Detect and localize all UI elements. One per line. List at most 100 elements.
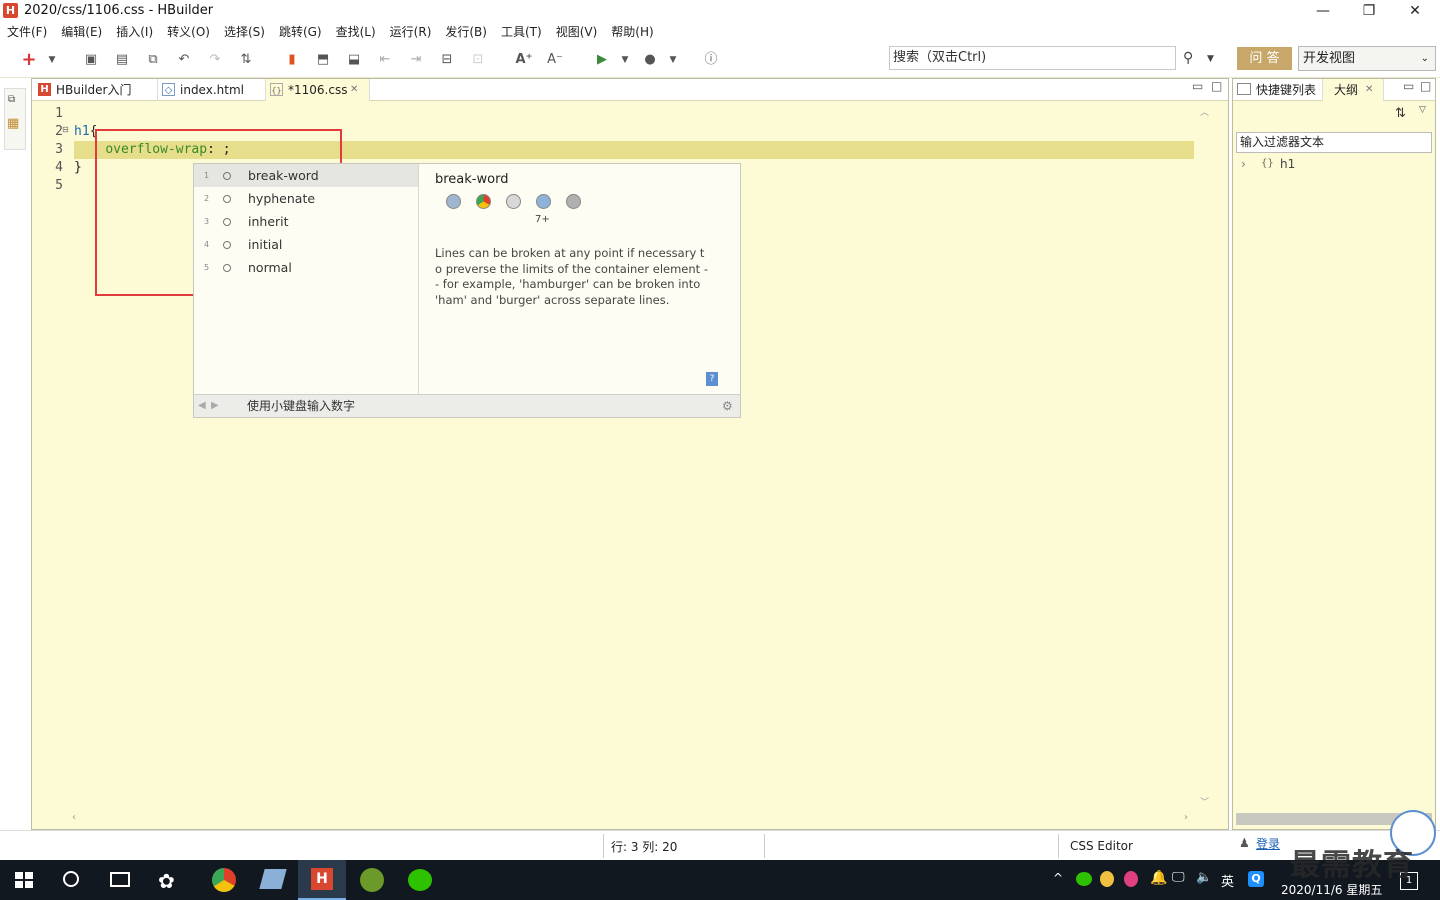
tab-1106-css[interactable]: {} *1106.css ✕ bbox=[266, 79, 370, 101]
vertical-scrollbar[interactable]: ︿ ﹀ bbox=[1198, 105, 1212, 811]
maximize-editor-icon[interactable]: □ bbox=[1211, 79, 1222, 93]
minimize-panel-icon[interactable]: ▭ bbox=[1403, 79, 1414, 93]
qq-tray-icon[interactable] bbox=[1100, 871, 1114, 887]
tab-hbuilder-intro[interactable]: H HBuilder入门 bbox=[34, 79, 158, 101]
browser-dropdown-icon[interactable]: ▼ bbox=[664, 51, 682, 69]
suggestion-item[interactable]: 5 normal bbox=[194, 256, 418, 279]
search-taskbar-icon[interactable] bbox=[63, 871, 79, 887]
login-link[interactable]: 登录 bbox=[1256, 835, 1280, 852]
new-dropdown-icon[interactable]: ▼ bbox=[43, 51, 61, 69]
browser-icon[interactable]: ● bbox=[641, 51, 659, 69]
menu-view[interactable]: 视图(V) bbox=[549, 22, 605, 42]
menu-escape[interactable]: 转义(O) bbox=[160, 22, 217, 42]
search-input[interactable]: 搜索（双击Ctrl) bbox=[889, 46, 1176, 70]
menu-goto[interactable]: 跳转(G) bbox=[272, 22, 329, 42]
view-select[interactable]: 开发视图 ⌄ bbox=[1298, 46, 1436, 71]
import-icon[interactable]: ⬓ bbox=[345, 51, 363, 69]
scroll-up-icon[interactable]: ︿ bbox=[1200, 105, 1209, 118]
restore-button[interactable]: ❐ bbox=[1346, 0, 1392, 22]
menu-publish[interactable]: 发行(B) bbox=[438, 22, 494, 42]
search-dropdown-icon[interactable]: ▼ bbox=[1207, 54, 1214, 64]
volume-icon[interactable]: 🔈 bbox=[1196, 870, 1212, 885]
menu-select[interactable]: 选择(S) bbox=[217, 22, 272, 42]
menu-find[interactable]: 查找(L) bbox=[329, 22, 383, 42]
prev-arrow-icon[interactable]: ◀ bbox=[198, 395, 206, 417]
menu-help[interactable]: 帮助(H) bbox=[604, 22, 660, 42]
windows-start-icon[interactable] bbox=[15, 872, 33, 888]
tray-expand-icon[interactable]: ^ bbox=[1053, 871, 1063, 885]
notepad-app-icon[interactable] bbox=[259, 869, 287, 889]
run-dropdown-icon[interactable]: ▼ bbox=[616, 51, 634, 69]
minimize-editor-icon[interactable]: ▭ bbox=[1192, 79, 1203, 93]
chrome-taskbar-icon[interactable] bbox=[212, 868, 236, 892]
help-doc-icon[interactable]: ? bbox=[706, 372, 718, 386]
redo-icon[interactable]: ↷ bbox=[206, 51, 224, 69]
menu-tools[interactable]: 工具(T) bbox=[494, 22, 549, 42]
network-icon[interactable]: 🖵 bbox=[1172, 870, 1185, 885]
save-all-icon[interactable]: ▤ bbox=[113, 51, 131, 69]
hbuilder-taskbar-item[interactable]: H bbox=[298, 860, 346, 900]
ime-indicator[interactable]: 英 bbox=[1221, 871, 1234, 890]
qq-browser-tray-icon[interactable]: Q bbox=[1248, 871, 1264, 887]
notification-bell-icon[interactable]: 🔔 bbox=[1150, 870, 1167, 886]
qa-button[interactable]: 问 答 bbox=[1237, 47, 1292, 70]
new-file-icon[interactable]: + bbox=[20, 51, 38, 69]
menu-run[interactable]: 运行(R) bbox=[383, 22, 439, 42]
sort-icon[interactable]: ⇅ bbox=[1395, 106, 1406, 121]
close-tab-icon[interactable]: ✕ bbox=[350, 79, 358, 101]
suggestion-item[interactable]: 2 hyphenate bbox=[194, 187, 418, 210]
filter-input[interactable]: 输入过滤器文本 bbox=[1236, 132, 1432, 153]
expand-icon[interactable]: › bbox=[1241, 157, 1246, 171]
close-button[interactable]: ✕ bbox=[1392, 0, 1438, 22]
pinwheel-app-icon[interactable]: ✿ bbox=[158, 869, 175, 893]
undo-icon[interactable]: ↶ bbox=[175, 51, 193, 69]
line-numbers: 1 2 3 4 5 bbox=[32, 105, 74, 195]
menu-file[interactable]: 文件(F) bbox=[0, 22, 54, 42]
suggestion-item[interactable]: 1 break-word bbox=[194, 164, 418, 187]
font-decrease-icon[interactable]: A⁻ bbox=[546, 51, 564, 69]
tab-shortcuts[interactable]: 快捷键列表 bbox=[1256, 79, 1316, 101]
scroll-down-icon[interactable]: ﹀ bbox=[1200, 795, 1209, 808]
hbuilder-taskbar-icon: H bbox=[311, 868, 333, 890]
view-menu-icon[interactable]: ▽ bbox=[1419, 105, 1426, 115]
tab-index-html[interactable]: ◇ index.html bbox=[158, 79, 266, 101]
restore-panel-icon[interactable]: ⧉ bbox=[8, 94, 15, 105]
suggestion-item[interactable]: 3 inherit bbox=[194, 210, 418, 233]
tab-outline[interactable]: 大纲 ✕ bbox=[1322, 79, 1384, 101]
wechat-tray-icon[interactable] bbox=[1076, 872, 1092, 886]
font-increase-icon[interactable]: A⁺ bbox=[515, 51, 533, 69]
close-tab-icon[interactable]: ✕ bbox=[1365, 79, 1373, 101]
horizontal-scrollbar[interactable]: ‹ › bbox=[72, 812, 1192, 824]
menu-insert[interactable]: 插入(I) bbox=[109, 22, 160, 42]
scroll-right-icon[interactable]: › bbox=[1184, 812, 1188, 823]
green-app-icon[interactable] bbox=[360, 868, 384, 892]
maximize-panel-icon[interactable]: □ bbox=[1420, 79, 1431, 93]
run-icon[interactable]: ▶ bbox=[593, 51, 611, 69]
menu-edit[interactable]: 编辑(E) bbox=[54, 22, 109, 42]
comment-icon[interactable]: ⊟ bbox=[438, 51, 456, 69]
outdent-icon[interactable]: ⇤ bbox=[376, 51, 394, 69]
next-arrow-icon[interactable]: ▶ bbox=[211, 395, 219, 417]
save-icon[interactable]: ▣ bbox=[82, 51, 100, 69]
fold-icon[interactable]: ⊟ bbox=[62, 125, 69, 134]
minimize-button[interactable]: — bbox=[1300, 0, 1346, 22]
scroll-left-icon[interactable]: ‹ bbox=[72, 812, 76, 823]
project-explorer-icon[interactable]: ▦ bbox=[7, 116, 19, 131]
search-icon[interactable]: ⚲ bbox=[1183, 50, 1193, 66]
save-as-icon[interactable]: ⧉ bbox=[144, 51, 162, 69]
qq2-tray-icon[interactable] bbox=[1124, 871, 1138, 887]
chevron-down-icon: ⌄ bbox=[1420, 53, 1429, 64]
indent-icon[interactable]: ⇥ bbox=[407, 51, 425, 69]
value-icon bbox=[223, 241, 231, 249]
uncomment-icon[interactable]: ⊡ bbox=[469, 51, 487, 69]
outline-item-h1[interactable]: h1 bbox=[1280, 157, 1295, 171]
suggestion-detail: break-word 7+ Lines can be broken at any… bbox=[420, 164, 740, 394]
task-view-icon[interactable] bbox=[110, 872, 130, 887]
format-icon[interactable]: ⇅ bbox=[237, 51, 255, 69]
open-file-icon[interactable]: ⬒ bbox=[314, 51, 332, 69]
bookmark-icon[interactable]: ▮ bbox=[283, 51, 301, 69]
wechat-taskbar-icon[interactable] bbox=[408, 869, 432, 891]
gear-icon[interactable]: ⚙ bbox=[722, 395, 733, 417]
info-icon[interactable]: ⓘ bbox=[702, 51, 720, 69]
suggestion-item[interactable]: 4 initial bbox=[194, 233, 418, 256]
